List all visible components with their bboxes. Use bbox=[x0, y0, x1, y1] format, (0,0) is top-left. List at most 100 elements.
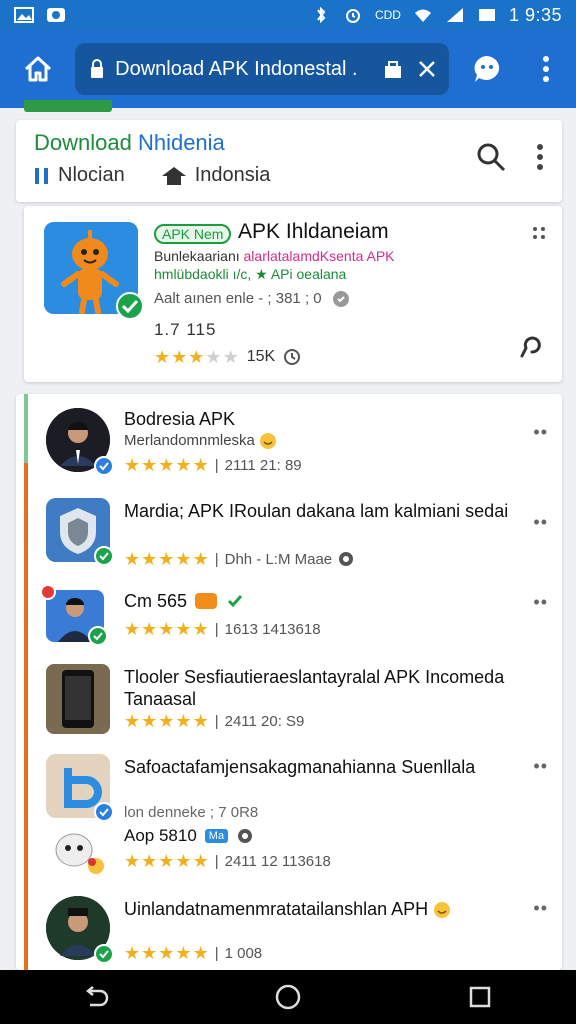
rating-count: 15K bbox=[246, 348, 276, 365]
app-title[interactable]: APK Ihldaneiam bbox=[238, 220, 389, 244]
list-item[interactable]: Bodresia APK Merlandomnmleska ★ ★ ★ ★ ★ | 2111… bbox=[16, 408, 562, 492]
app-title: Cm 565 bbox=[124, 590, 524, 612]
site-title[interactable]: Download Nhidenia bbox=[34, 130, 225, 156]
tab-indonsia[interactable]: Indonsia bbox=[161, 164, 270, 187]
smile-emoji-icon bbox=[434, 902, 451, 919]
star-icon: ★ bbox=[158, 455, 175, 475]
star-icon: ★ bbox=[158, 851, 175, 871]
app-meta: ★ ★ ★ ★ ★ | 1613 1413618 bbox=[124, 619, 321, 639]
star-icon: ★ bbox=[175, 711, 192, 731]
more-horiz-icon[interactable]: •• bbox=[533, 422, 548, 443]
app-meta: ★ ★ ★ ★ ★ | 1 008 bbox=[124, 943, 263, 963]
bag-icon[interactable] bbox=[381, 57, 405, 81]
star-icon: ★ bbox=[171, 347, 188, 367]
verified-icon bbox=[116, 292, 144, 320]
link-icon[interactable] bbox=[514, 332, 542, 360]
battery-icon bbox=[478, 9, 495, 21]
app-icon bbox=[46, 408, 114, 476]
browser-menu-button[interactable] bbox=[517, 30, 576, 108]
star-icon: ★ bbox=[175, 851, 192, 871]
wifi-icon bbox=[414, 9, 431, 22]
settings-icon bbox=[339, 552, 354, 566]
bluetooth-icon bbox=[317, 7, 326, 23]
verified-icon bbox=[94, 546, 114, 566]
verified-icon bbox=[94, 944, 114, 964]
home-up-icon bbox=[161, 166, 186, 185]
star-icon: ★ bbox=[222, 347, 239, 367]
app-notification-icon bbox=[47, 8, 65, 22]
app-icon bbox=[44, 222, 144, 320]
carrier-label: CDD bbox=[374, 8, 401, 22]
badge-icon bbox=[195, 593, 218, 609]
star-icon: ★ bbox=[124, 943, 141, 963]
star-icon: ★ bbox=[192, 549, 209, 569]
app-list: Bodresia APK Merlandomnmleska ★ ★ ★ ★ ★ | 2111… bbox=[16, 394, 562, 970]
alarm-icon bbox=[345, 9, 360, 23]
more-horiz-icon[interactable]: •• bbox=[533, 898, 548, 919]
more-horiz-icon[interactable]: •• bbox=[533, 756, 548, 777]
star-icon: ★ bbox=[188, 347, 205, 367]
tab-nlocian[interactable]: Nlocian bbox=[34, 164, 125, 187]
featured-app-card[interactable]: APK Nem APK Ihldaneiam Bunlekaarianı ala… bbox=[24, 206, 562, 382]
home-icon bbox=[24, 56, 51, 82]
list-item[interactable]: Cm 565 ★ ★ ★ ★ ★ | 1613 1413618 •• bbox=[16, 584, 562, 650]
list-item[interactable]: Safoactafamjensakagmanahianna Suenllala … bbox=[16, 754, 562, 884]
list-item[interactable]: Uinlandatnamenmratatailanshlan APH ★ ★ ★ ★ ★… bbox=[16, 896, 562, 966]
clear-url-button[interactable] bbox=[415, 57, 439, 81]
image-notification-icon bbox=[14, 7, 34, 23]
app-meta: ★ ★ ★ ★ ★ | 2111 21: 89 bbox=[124, 455, 302, 475]
app-secondary-title: Aop 5810 Ma bbox=[124, 826, 254, 846]
timer-icon bbox=[284, 349, 301, 365]
list-item[interactable]: Mardia; APK IRoulan dakana lam kalmiani … bbox=[16, 498, 562, 576]
apk-badge: APK Nem bbox=[154, 224, 232, 244]
recents-button[interactable] bbox=[450, 970, 510, 1024]
status-time: 1 9:35 bbox=[508, 4, 562, 25]
home-button[interactable] bbox=[0, 30, 75, 108]
assistant-button[interactable] bbox=[457, 30, 516, 108]
star-icon: ★ bbox=[205, 347, 222, 367]
star-icon: ★ bbox=[141, 455, 158, 475]
back-icon bbox=[85, 986, 109, 1007]
verified-icon bbox=[94, 456, 114, 476]
star-icon: ★ bbox=[158, 943, 175, 963]
url-text[interactable]: Download APK Indonestal . bbox=[115, 58, 381, 81]
star-icon: ★ bbox=[192, 619, 209, 639]
app-meta: ★ ★ ★ ★ ★ | 2411 20: S9 bbox=[124, 711, 305, 731]
more-vert-icon[interactable] bbox=[536, 143, 544, 171]
system-nav-bar bbox=[0, 970, 576, 1024]
app-subtitle: lon denneke ; 7 0R8 bbox=[124, 804, 259, 821]
more-vert-icon bbox=[543, 56, 550, 82]
more-horiz-icon[interactable]: •• bbox=[533, 592, 548, 613]
app-title: Safoactafamjensakagmanahianna Suenllala bbox=[124, 757, 476, 777]
more-horiz-icon[interactable]: •• bbox=[533, 512, 548, 533]
star-icon: ★ bbox=[192, 851, 209, 871]
app-icon bbox=[46, 664, 110, 734]
star-icon: ★ bbox=[158, 549, 175, 569]
star-icon: ★ bbox=[192, 943, 209, 963]
smile-emoji-icon bbox=[260, 433, 277, 450]
rating-stars: ★ ★ ★ ★ ★ bbox=[154, 348, 239, 366]
home-nav-button[interactable] bbox=[258, 970, 318, 1024]
grip-icon[interactable] bbox=[532, 226, 546, 240]
star-icon: ★ bbox=[124, 619, 141, 639]
search-icon[interactable] bbox=[476, 142, 506, 172]
list-item[interactable]: Tlooler Sesfiautieraeslantayralal APK In… bbox=[16, 664, 562, 734]
star-icon: ★ bbox=[141, 851, 158, 871]
star-icon: ★ bbox=[175, 455, 192, 475]
star-icon: ★ bbox=[192, 711, 209, 731]
back-button[interactable] bbox=[66, 970, 126, 1024]
star-icon: ★ bbox=[175, 619, 192, 639]
star-icon: ★ bbox=[192, 455, 209, 475]
lock-icon bbox=[85, 57, 109, 81]
app-subtitle: Merlandomnmleska bbox=[124, 432, 277, 450]
app-icon bbox=[46, 498, 114, 566]
star-icon: ★ bbox=[124, 711, 141, 731]
verified-icon bbox=[94, 802, 114, 822]
star-icon: ★ bbox=[175, 943, 192, 963]
address-bar[interactable]: Download APK Indonestal . bbox=[75, 43, 450, 95]
app-tagline: hmlübdaokli ı/c, ★ APi oealana bbox=[154, 266, 347, 282]
star-icon: ★ bbox=[158, 619, 175, 639]
star-icon: ★ bbox=[124, 455, 141, 475]
star-icon: ★ bbox=[158, 711, 175, 731]
notification-badge bbox=[40, 584, 56, 600]
